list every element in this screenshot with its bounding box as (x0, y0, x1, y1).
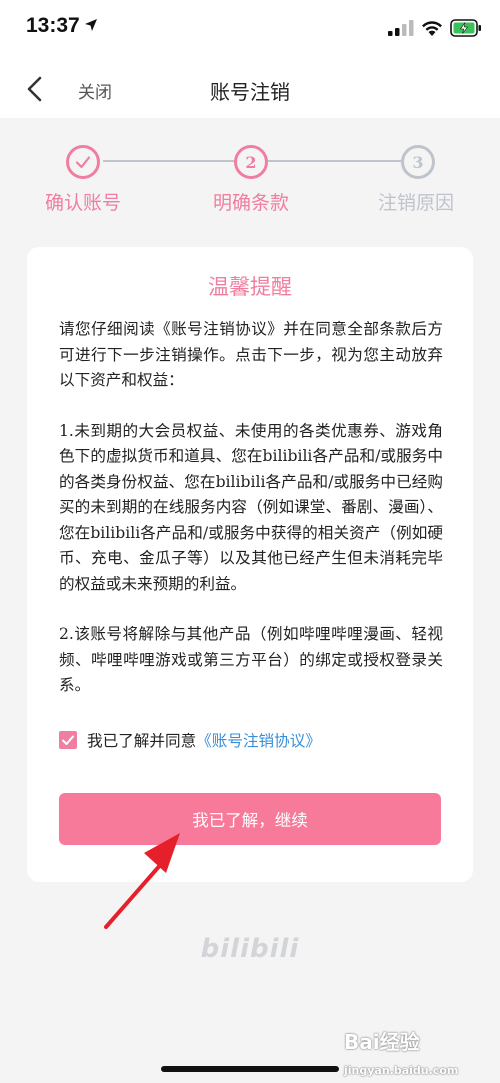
step-connector-1 (103, 160, 234, 162)
watermark-accent: 经验 (379, 1030, 420, 1054)
agree-checkbox-row[interactable]: 我已了解并同意 《账号注销协议》 (59, 729, 321, 751)
step-2-number: 2 (245, 152, 257, 172)
card-body: 请您仔细阅读《账号注销协议》并在同意全部条款后方可进行下一步注销操作。点击下一步… (59, 317, 443, 724)
nav-bar: 关闭 账号注销 (0, 60, 500, 118)
terms-item-2: 2.该账号将解除与其他产品（例如哔哩哔哩漫画、轻视频、哔哩哔哩游戏或第三方平台）… (59, 625, 443, 694)
watermark-url: jingyan.baidu.com (344, 1064, 459, 1077)
step-2-label: 明确条款 (212, 192, 289, 214)
red-arrow-annotation (104, 833, 180, 929)
wifi-icon (422, 21, 442, 36)
step-1-label: 确认账号 (44, 192, 121, 214)
notice-card: 温馨提醒 请您仔细阅读《账号注销协议》并在同意全部条款后方可进行下一步注销操作。… (27, 247, 473, 882)
agreement-link[interactable]: 《账号注销协议》 (196, 729, 321, 751)
step-3-number: 3 (412, 152, 424, 172)
agree-checkbox[interactable] (59, 731, 77, 749)
status-time: 13:37 (26, 14, 80, 37)
baidu-watermark: Bai经验 jingyan.baidu.com (344, 1026, 458, 1079)
home-indicator (161, 1066, 339, 1072)
step-2-circle: 2 (234, 145, 268, 179)
step-1-circle (66, 145, 100, 179)
page-title: 账号注销 (210, 80, 290, 104)
battery-charging-icon (450, 19, 481, 37)
bilibili-logo: bilibili (200, 934, 300, 964)
watermark-main: Bai (344, 1030, 380, 1054)
status-bar: 13:37 (0, 0, 500, 60)
location-arrow-icon (85, 19, 97, 31)
checkmark-icon (75, 156, 91, 169)
intro-paragraph: 请您仔细阅读《账号注销协议》并在同意全部条款后方可进行下一步注销操作。点击下一步… (59, 320, 443, 389)
check-icon (62, 735, 74, 745)
step-3-circle: 3 (401, 145, 435, 179)
terms-item-1: 1.未到期的大会员权益、未使用的各类优惠券、游戏角色下的虚拟货币和道具、您在bi… (59, 421, 443, 593)
step-3-label: 注销原因 (377, 192, 454, 214)
agree-text: 我已了解并同意 (87, 732, 197, 750)
step-connector-2 (268, 160, 401, 162)
step-indicator: 2 3 确认账号 明确条款 注销原因 (0, 118, 500, 228)
signal-icon (388, 20, 414, 36)
card-title: 温馨提醒 (208, 275, 292, 299)
